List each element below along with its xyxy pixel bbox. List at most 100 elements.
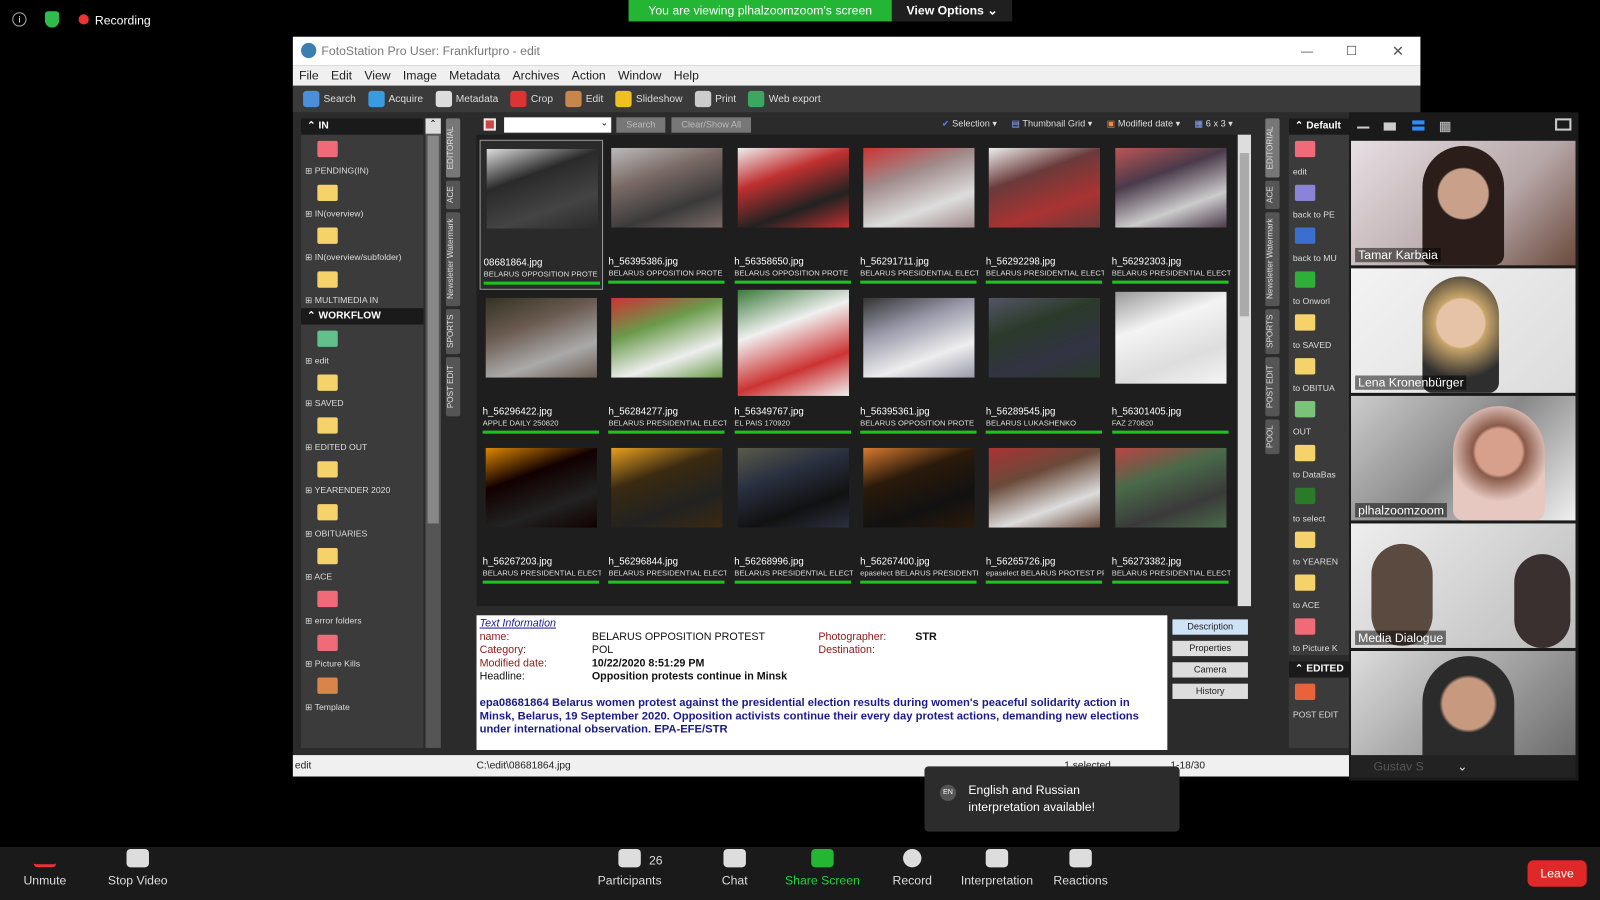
history-button[interactable]: History [1172,683,1248,699]
video-tile[interactable]: plhalzoomzoom [1351,395,1576,521]
folder-item[interactable]: ⊞ error folders [301,585,423,628]
record-button[interactable]: Record [866,848,958,888]
photo-thumbnail[interactable] [737,289,849,396]
menu-file[interactable]: File [299,68,319,82]
filter-search-button[interactable]: Search [616,117,666,133]
properties-button[interactable]: Properties [1172,640,1248,657]
folder-item[interactable]: ⊞ IN(overview/subfolder) [301,221,423,264]
folder-item[interactable]: ⊞ Picture Kills [301,628,423,671]
photo-thumbnail[interactable] [988,297,1101,378]
action-item[interactable]: back to MU [1289,221,1350,264]
menu-action[interactable]: Action [572,68,606,82]
action-item[interactable]: to OBITUA [1289,352,1350,395]
acquire-tool-button[interactable]: Acquire [368,90,423,108]
vtab-sports[interactable]: SPORTS [1265,309,1280,355]
view-options-button[interactable]: View Options ⌄ [891,0,1013,22]
filter-dropdown[interactable]: ⌄ [504,117,612,133]
info-icon[interactable]: i [12,12,27,27]
action-item[interactable]: POST EDIT [1289,678,1350,721]
video-tile[interactable]: Lena Kronenbürger [1351,268,1576,393]
action-item[interactable]: to YEAREN [1289,525,1350,568]
section-workflow[interactable]: ⌃ WORKFLOW [301,308,424,325]
vtab-editorial[interactable]: EDITORIAL [1265,118,1280,178]
thumbnail-cell[interactable]: h_56292303.jpg BELARUS PRESIDENTIAL ELECT [1109,140,1232,290]
collapsed-participant[interactable]: Gustav S ⌄ [1351,755,1576,778]
thumbnail-cell[interactable]: h_56358650.jpg BELARUS OPPOSITION PROTE [731,140,854,290]
left-scrollbar[interactable]: ⌃ [425,118,441,748]
action-item[interactable]: to select [1289,482,1350,525]
photo-thumbnail[interactable] [486,148,598,229]
vtab-post-edit[interactable]: POST EDIT [1265,357,1280,417]
section-in[interactable]: ⌃ IN [301,118,424,135]
photo-thumbnail[interactable] [863,447,975,528]
thumbnail-cell[interactable]: h_56273382.jpg BELARUS PRESIDENTIAL ELECT [1109,440,1232,590]
photo-thumbnail[interactable] [1114,447,1227,528]
menu-archives[interactable]: Archives [512,68,559,82]
action-item[interactable]: back to PE [1289,178,1350,221]
folder-item[interactable]: ⊞ Template [301,671,423,714]
thumbnail-cell[interactable]: h_56284277.jpg BELARUS PRESIDENTIAL ELECT [605,290,728,440]
thumbnail-cell[interactable]: h_56349767.jpg EL PAIS 170920 [731,289,854,440]
folder-item[interactable]: ⊞ YEARENDER 2020 [301,455,423,498]
thumbnail-cell[interactable]: h_56296422.jpg APPLE DAILY 250820 [480,290,603,440]
participants-button[interactable]: 26 Participants [584,848,676,888]
photo-thumbnail[interactable] [737,147,849,228]
folder-item[interactable]: ⊞ SAVED [301,368,423,411]
vtab-ace[interactable]: ACE [445,180,461,210]
interpretation-button[interactable]: Interpretation [951,848,1043,888]
sort-menu[interactable]: ▣ Modified date ▾ [1107,118,1181,129]
action-item[interactable]: to ACE [1289,568,1350,611]
photo-thumbnail[interactable] [611,147,723,228]
photo-thumbnail[interactable] [611,297,723,378]
crop-tool-button[interactable]: Crop [510,90,553,108]
action-item[interactable]: OUT [1289,395,1350,438]
thumbnail-cell[interactable]: h_56301405.jpg FAZ 270820 [1109,290,1232,440]
camera-button[interactable]: Camera [1172,662,1248,678]
thumbnail-cell[interactable]: h_56395386.jpg BELARUS OPPOSITION PROTE [605,140,728,290]
action-item[interactable]: edit [1289,135,1350,178]
leave-button[interactable]: Leave [1527,860,1587,887]
description-button[interactable]: Description [1172,619,1248,635]
filter-icon[interactable] [483,118,496,131]
folder-item[interactable]: ⊞ EDITED OUT [301,411,423,454]
edit-tool-button[interactable]: Edit [565,90,603,108]
action-item[interactable]: to DataBas [1289,438,1350,481]
vtab-newsletter-watermark[interactable]: Newsletter Watermark [445,212,461,307]
thumbnail-cell[interactable]: h_56395361.jpg BELARUS OPPOSITION PROTE [857,290,980,440]
minimize-button[interactable]: — [1301,37,1313,66]
maximize-button[interactable]: ☐ [1346,37,1357,66]
photo-thumbnail[interactable] [988,447,1101,528]
layout-menu[interactable]: ▤ Thumbnail Grid ▾ [1011,118,1092,129]
photo-thumbnail[interactable] [485,297,597,378]
vtab-newsletter-watermark[interactable]: Newsletter Watermark [1265,212,1280,307]
folder-item[interactable]: ⊞ PENDING(IN) [301,135,423,178]
photo-thumbnail[interactable] [485,447,597,528]
chat-button[interactable]: Chat [689,848,781,888]
chevron-down-icon[interactable]: ⌄ [1457,755,1467,777]
popout-icon[interactable] [1555,118,1572,131]
grid-scrollbar[interactable] [1237,134,1252,607]
video-tile[interactable]: Media Dialogue [1351,523,1576,648]
search-tool-button[interactable]: Search [303,90,356,108]
minimize-video-icon[interactable] [1357,126,1370,129]
video-tile[interactable]: Tamar Karbaia [1351,140,1576,266]
photo-thumbnail[interactable] [1114,291,1227,384]
thumbnail-cell[interactable]: h_56292298.jpg BELARUS PRESIDENTIAL ELECT [983,140,1106,290]
photo-thumbnail[interactable] [863,297,975,378]
thumbnail-cell[interactable]: h_56267400.jpg epaselect BELARUS PRESIDEN… [857,440,980,590]
menu-metadata[interactable]: Metadata [449,68,500,82]
thumbnail-cell[interactable]: h_56267203.jpg BELARUS PRESIDENTIAL ELECT [480,440,603,590]
vtab-ace[interactable]: ACE [1265,180,1280,210]
folder-item[interactable]: ⊞ ACE [301,541,423,584]
menu-view[interactable]: View [364,68,390,82]
thumbnail-cell[interactable]: h_56291711.jpg BELARUS PRESIDENTIAL ELECT [857,140,980,290]
photo-thumbnail[interactable] [863,147,975,228]
print-tool-button[interactable]: Print [694,90,736,108]
action-item[interactable]: to Picture K [1289,612,1350,655]
close-button[interactable]: ✕ [1392,37,1404,66]
thumbnail-cell[interactable]: h_56296844.jpg BELARUS PRESIDENTIAL ELECT [605,440,728,590]
clear-show-all-button[interactable]: Clear/Show All [671,117,752,133]
selection-menu[interactable]: ✔ Selection ▾ [942,118,997,129]
thumbnail-cell[interactable]: h_56265726.jpg epaselect BELARUS PROTEST … [983,440,1106,590]
action-item[interactable]: to SAVED [1289,308,1350,351]
